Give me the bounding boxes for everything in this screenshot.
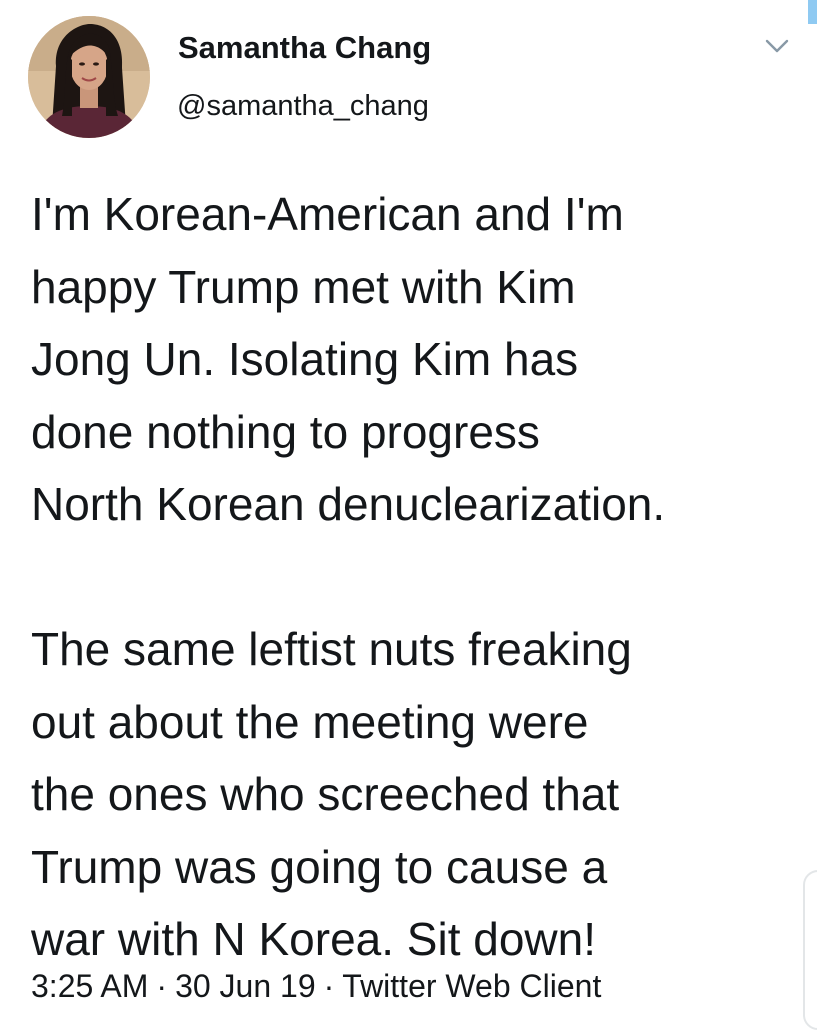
tweet-line: done nothing to progress (31, 405, 540, 458)
tweet-client[interactable]: Twitter Web Client (342, 968, 601, 1004)
tweet-line: Jong Un. Isolating Kim has (31, 333, 579, 385)
adjacent-panel-edge (803, 870, 817, 1030)
chevron-down-icon[interactable] (764, 36, 790, 56)
meta-separator: · (323, 968, 335, 1004)
tweet-line: happy Trump met with Kim (31, 260, 576, 313)
profile-photo (28, 16, 150, 138)
tweet-line: Trump was going to cause a (31, 840, 608, 893)
tweet-line: war with N Korea. Sit down! (31, 913, 597, 965)
tweet-paragraph: The same leftist nuts freaking out about… (31, 613, 807, 976)
meta-separator: · (156, 968, 168, 1004)
scroll-indicator (808, 0, 817, 24)
tweet-card: Samantha Chang @samantha_chang I'm Korea… (0, 0, 817, 1030)
tweet-line: North Korean denuclearization. (31, 478, 666, 530)
tweet-line: I'm Korean-American and I'm (31, 188, 624, 240)
tweet-date[interactable]: 30 Jun 19 (175, 968, 316, 1004)
tweet-text: I'm Korean-American and I'm happy Trump … (31, 178, 807, 976)
tweet-line: out about the meeting were (31, 695, 589, 748)
author-handle[interactable]: @samantha_chang (177, 90, 429, 123)
author-display-name[interactable]: Samantha Chang (178, 30, 431, 66)
avatar[interactable] (28, 16, 150, 138)
tweet-metadata: 3:25 AM · 30 Jun 19 · Twitter Web Client (31, 968, 601, 1005)
tweet-time[interactable]: 3:25 AM (31, 968, 148, 1004)
tweet-paragraph: I'm Korean-American and I'm happy Trump … (31, 178, 807, 541)
tweet-line: The same leftist nuts freaking (31, 623, 632, 675)
tweet-line: the ones who screeched that (31, 768, 620, 820)
